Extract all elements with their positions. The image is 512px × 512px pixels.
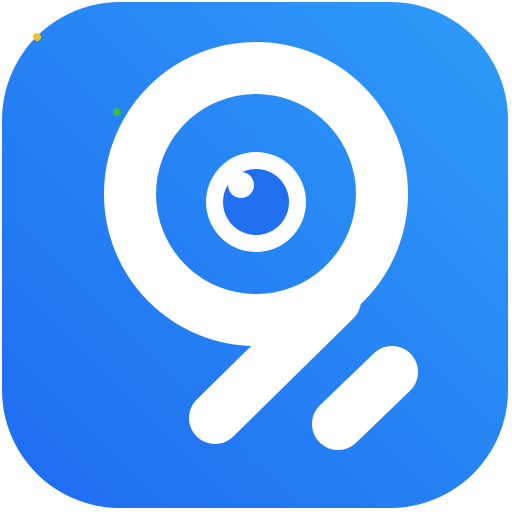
eye-glint-icon xyxy=(228,172,254,198)
app-icon[interactable] xyxy=(0,0,512,512)
green-dot-artifact xyxy=(113,108,121,116)
yellow-dot-artifact xyxy=(33,33,41,41)
icon-stage xyxy=(0,0,512,512)
